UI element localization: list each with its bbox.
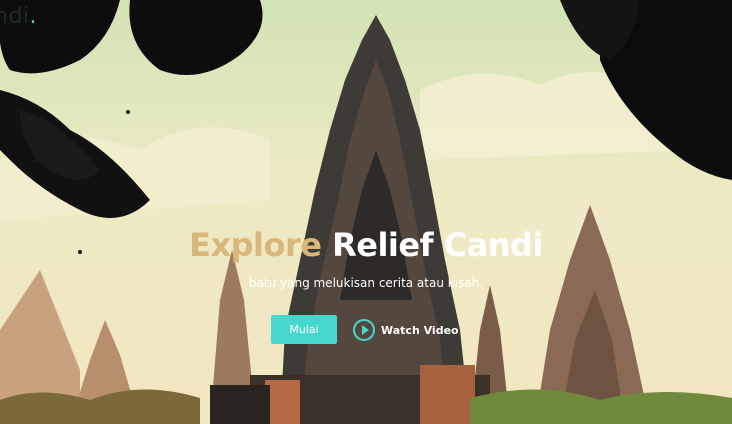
watch-video-label: Watch Video — [381, 323, 459, 337]
watch-video-button[interactable]: Watch Video — [353, 317, 459, 343]
hero-title: Explore Relief Candi — [0, 226, 732, 264]
brand-logo[interactable]: ndi. — [0, 4, 37, 29]
hero-title-accent: Explore — [189, 226, 322, 264]
brand-text: ndi — [0, 4, 30, 29]
start-button[interactable]: Mulai — [271, 315, 337, 344]
hero-title-main: Relief Candi — [332, 226, 543, 264]
brand-dot: . — [29, 4, 38, 29]
hero-subtitle: batu yang melukisan cerita atau kisah. — [248, 276, 484, 290]
hero-illustration — [0, 0, 732, 424]
play-icon — [353, 319, 375, 341]
hero-section: ndi. Explore Relief Candi batu yang melu… — [0, 0, 732, 424]
